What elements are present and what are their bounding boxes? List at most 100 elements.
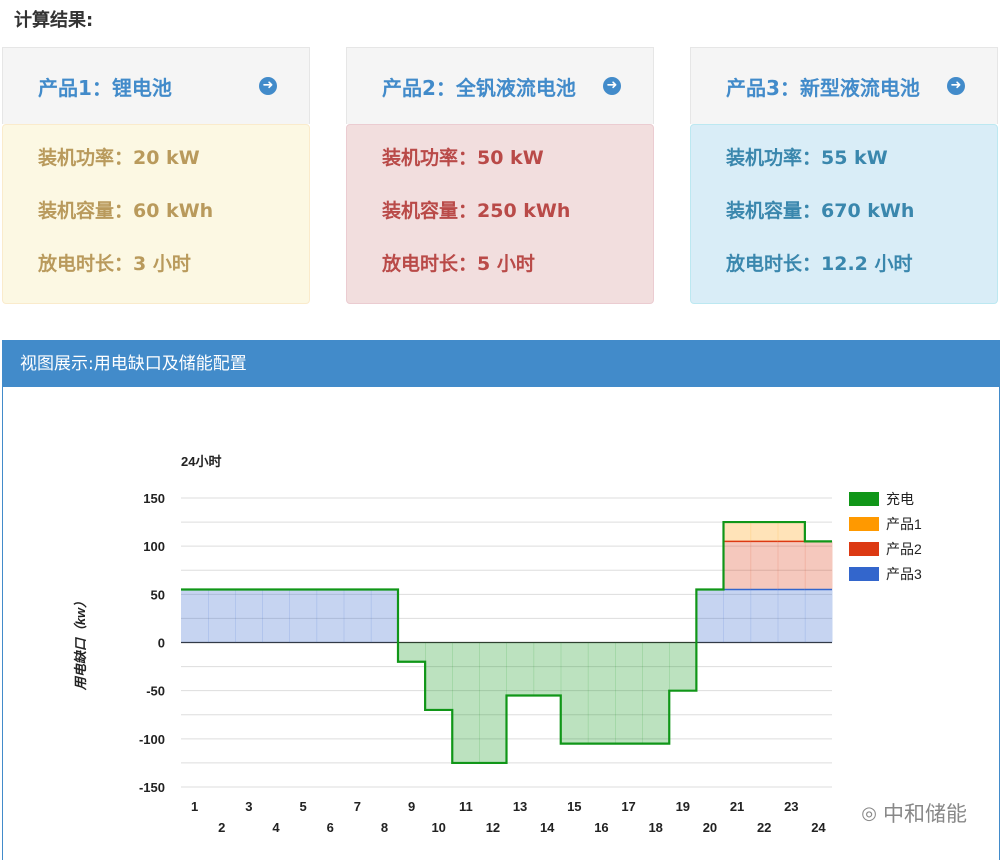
x-tick-label: 21	[730, 799, 744, 814]
y-tick-label: -100	[139, 732, 165, 747]
area-segment-充电	[642, 642, 670, 744]
product-card-2: 产品2：全钒液流电池 ➜ 装机功率：50 kW 装机容量：250 kWh 放电时…	[346, 47, 654, 304]
installed-capacity: 装机容量：60 kWh	[38, 200, 214, 222]
x-tick-label: 24	[811, 820, 826, 835]
area-segment-产品2	[804, 541, 833, 590]
area-segment-充电	[587, 642, 616, 744]
legend-label-产品2: 产品2	[886, 541, 922, 557]
area-segment-产品3	[262, 589, 290, 643]
area-segment-产品3	[289, 589, 318, 643]
product-card-2-body: 装机功率：50 kW 装机容量：250 kWh 放电时长：5 小时	[346, 124, 654, 304]
installed-power: 装机功率：20 kW	[38, 147, 200, 169]
area-segment-充电	[506, 642, 535, 696]
product-card-2-header[interactable]: 产品2：全钒液流电池 ➜	[346, 47, 654, 124]
product-card-3-body: 装机功率：55 kW 装机容量：670 kWh 放电时长：12.2 小时	[690, 124, 998, 304]
discharge-duration: 放电时长：5 小时	[382, 253, 535, 275]
y-tick-label: 100	[143, 539, 165, 554]
area-segment-产品2	[777, 541, 806, 590]
x-tick-label: 13	[513, 799, 527, 814]
area-segment-充电	[615, 642, 643, 744]
area-segment-充电	[425, 642, 453, 710]
area-segment-产品1	[723, 522, 752, 542]
area-segment-产品3	[750, 589, 779, 643]
area-segment-产品3	[235, 589, 263, 643]
y-tick-label: -150	[139, 780, 165, 795]
area-segment-产品2	[723, 541, 752, 590]
x-tick-label: 10	[431, 820, 445, 835]
product-card-1: 产品1：锂电池 ➜ 装机功率：20 kW 装机容量：60 kWh 放电时长：3 …	[2, 47, 310, 304]
area-segment-产品3	[181, 589, 209, 643]
legend-label-产品1: 产品1	[886, 516, 922, 532]
x-tick-label: 14	[540, 820, 555, 835]
chart-title: 24小时	[181, 454, 221, 469]
discharge-duration: 放电时长：3 小时	[38, 253, 191, 275]
area-segment-充电	[560, 642, 589, 744]
installed-capacity: 装机容量：250 kWh	[382, 200, 571, 222]
area-segment-产品3	[696, 589, 724, 643]
area-segment-产品3	[370, 589, 399, 643]
y-tick-label: -50	[146, 684, 165, 699]
area-segment-产品3	[208, 589, 236, 643]
x-tick-label: 9	[408, 799, 415, 814]
product-card-3-title[interactable]: 产品3：新型液流电池	[726, 72, 920, 101]
x-tick-label: 3	[245, 799, 252, 814]
x-tick-label: 15	[567, 799, 581, 814]
area-segment-充电	[533, 642, 562, 696]
energy-gap-chart: 150100500-50-100-15012345678910111213141…	[73, 454, 922, 835]
x-tick-label: 22	[757, 820, 771, 835]
x-tick-label: 4	[272, 820, 280, 835]
product-card-1-header[interactable]: 产品1：锂电池 ➜	[2, 47, 310, 124]
installed-power: 装机功率：55 kW	[726, 147, 888, 169]
product-card-2-title[interactable]: 产品2：全钒液流电池	[382, 72, 576, 101]
product-card-3-header[interactable]: 产品3：新型液流电池 ➜	[690, 47, 998, 124]
legend-swatch-产品2	[849, 542, 879, 556]
area-segment-产品2	[750, 541, 779, 590]
discharge-duration: 放电时长：12.2 小时	[726, 253, 913, 275]
area-segment-产品1	[750, 522, 779, 542]
area-segment-产品1	[777, 522, 806, 542]
area-segment-产品3	[804, 589, 833, 643]
y-tick-label: 150	[143, 491, 165, 506]
x-tick-label: 2	[218, 820, 225, 835]
x-tick-label: 18	[648, 820, 662, 835]
chart-panel: 视图展示:用电缺口及储能配置 150 100 50 0 -50 -100 -150 1 2 3 4 5…	[2, 340, 1000, 860]
y-tick-label: 50	[151, 587, 165, 602]
x-tick-label: 19	[676, 799, 690, 814]
area-segment-充电	[479, 642, 507, 763]
area-segment-充电	[452, 642, 480, 763]
arrow-circle-right-icon[interactable]: ➜	[947, 77, 965, 95]
arrow-circle-right-icon[interactable]: ➜	[259, 77, 277, 95]
legend-swatch-产品3	[849, 567, 879, 581]
x-tick-label: 20	[703, 820, 717, 835]
legend-label-产品3: 产品3	[886, 566, 922, 582]
y-axis-label: 用电缺口（kw）	[73, 595, 88, 691]
x-tick-label: 23	[784, 799, 798, 814]
watermark-text: 中和储能	[883, 802, 967, 826]
product-card-3: 产品3：新型液流电池 ➜ 装机功率：55 kW 装机容量：670 kWh 放电时…	[690, 47, 998, 304]
product-card-1-body: 装机功率：20 kW 装机容量：60 kWh 放电时长：3 小时	[2, 124, 310, 304]
arrow-circle-right-icon[interactable]: ➜	[603, 77, 621, 95]
x-tick-label: 7	[354, 799, 361, 814]
legend-swatch-充电	[849, 492, 879, 506]
x-tick-label: 5	[299, 799, 306, 814]
installed-power: 装机功率：50 kW	[382, 147, 544, 169]
x-tick-label: 1	[191, 799, 198, 814]
legend-label-充电: 充电	[886, 491, 914, 507]
area-segment-产品3	[343, 589, 372, 643]
y-tick-label: 0	[158, 636, 165, 651]
wechat-icon: ◎	[861, 802, 877, 824]
area-segment-产品3	[723, 589, 752, 643]
x-tick-label: 11	[459, 799, 473, 814]
x-tick-label: 12	[486, 820, 500, 835]
x-tick-label: 17	[621, 799, 635, 814]
watermark: ◎ 中和储能	[861, 798, 967, 828]
area-segment-产品3	[777, 589, 806, 643]
legend-swatch-产品1	[849, 517, 879, 531]
x-tick-label: 16	[594, 820, 608, 835]
results-title: 计算结果:	[14, 10, 94, 31]
product-card-1-title[interactable]: 产品1：锂电池	[38, 72, 172, 101]
area-segment-充电	[398, 642, 426, 662]
x-tick-label: 6	[327, 820, 334, 835]
installed-capacity: 装机容量：670 kWh	[726, 200, 915, 222]
area-segment-产品3	[316, 589, 345, 643]
